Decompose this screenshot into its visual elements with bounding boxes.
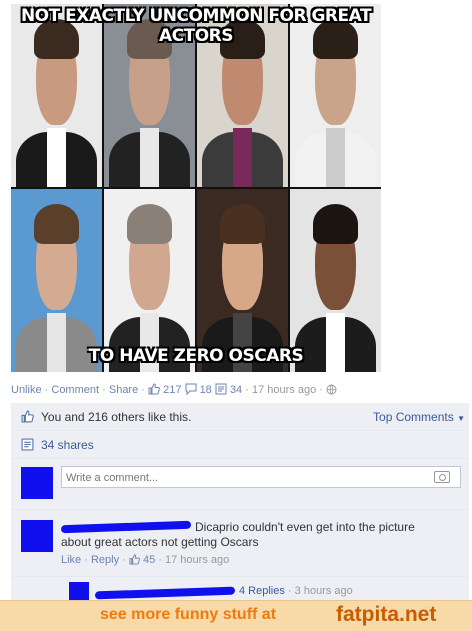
unlike-link[interactable]: Unlike [11, 384, 42, 396]
separator-dot: · [141, 384, 145, 396]
likes-summary-row: You and 216 others like this. Top Commen… [11, 403, 469, 431]
comment-text: Dicaprio couldn't even get into the pict… [61, 520, 415, 549]
replies-timestamp: 3 hours ago [294, 585, 353, 597]
share-icon [215, 383, 227, 395]
shares-link[interactable]: 34 shares [41, 438, 94, 452]
avatar[interactable] [21, 467, 53, 499]
meme-bottom-caption: TO HAVE ZERO OSCARS [88, 346, 304, 366]
watermark-banner: see more funny stuff at fatpita.net [0, 600, 472, 631]
actor-photo [104, 189, 195, 372]
comment-composer: Write a comment... [11, 459, 469, 510]
meme-image[interactable]: NOT EXACTLY UNCOMMON FOR GREAT ACTORS TO… [11, 4, 381, 372]
comment-timestamp[interactable]: 17 hours ago [165, 554, 229, 566]
likes-summary-text[interactable]: You and 216 others like this. [41, 410, 191, 424]
comment-sort-dropdown[interactable]: Top Comments ▼ [373, 410, 465, 424]
thumbs-up-icon [148, 383, 160, 395]
replier-name-redacted[interactable] [94, 586, 236, 600]
comment-count[interactable]: 18 [200, 384, 212, 396]
thumbs-up-icon [129, 554, 140, 565]
separator-dot: · [44, 384, 49, 396]
separator-dot: · [102, 384, 106, 396]
avatar[interactable] [69, 582, 89, 602]
shares-row: 34 shares [11, 431, 469, 459]
comment-input[interactable]: Write a comment... [61, 466, 461, 488]
share-count[interactable]: 34 [230, 384, 242, 396]
view-replies-link[interactable]: 4 Replies [239, 585, 285, 597]
post-action-bar: Unlike · Comment · Share · 217 18 34 · 1… [11, 383, 337, 396]
like-count[interactable]: 217 [163, 384, 181, 396]
thumbs-up-icon [21, 410, 34, 423]
share-link[interactable]: Share [109, 384, 138, 396]
comment-link[interactable]: Comment [51, 384, 99, 396]
comment-reply-link[interactable]: Reply [91, 554, 119, 566]
meme-top-caption: NOT EXACTLY UNCOMMON FOR GREAT ACTORS [20, 6, 372, 46]
actor-photo [290, 189, 381, 372]
comment-like-link[interactable]: Like [61, 554, 81, 566]
post-timestamp[interactable]: 17 hours ago [252, 384, 316, 396]
comment-like-count[interactable]: 45 [143, 554, 155, 566]
share-icon [21, 438, 34, 451]
avatar[interactable] [21, 520, 53, 552]
comment-bubble-icon [185, 383, 196, 395]
comment-sort-label: Top Comments [373, 410, 454, 424]
globe-icon [326, 384, 337, 395]
comment-item: Dicaprio couldn't even get into the pict… [11, 510, 469, 577]
comment-input-placeholder: Write a comment... [66, 472, 159, 484]
actor-photo-grid [11, 4, 381, 372]
banner-text: see more funny stuff at [100, 606, 277, 623]
actor-photo [197, 189, 288, 372]
feedback-panel: You and 216 others like this. Top Commen… [11, 403, 469, 608]
actor-photo [11, 189, 102, 372]
caret-down-icon: ▼ [457, 414, 465, 423]
comment-meta: Like · Reply · 45 · 17 hours ago [61, 554, 230, 566]
camera-icon[interactable] [434, 471, 450, 483]
banner-site: fatpita.net [336, 603, 437, 626]
separator-dot: · [245, 384, 249, 396]
separator-dot: · [319, 384, 323, 396]
